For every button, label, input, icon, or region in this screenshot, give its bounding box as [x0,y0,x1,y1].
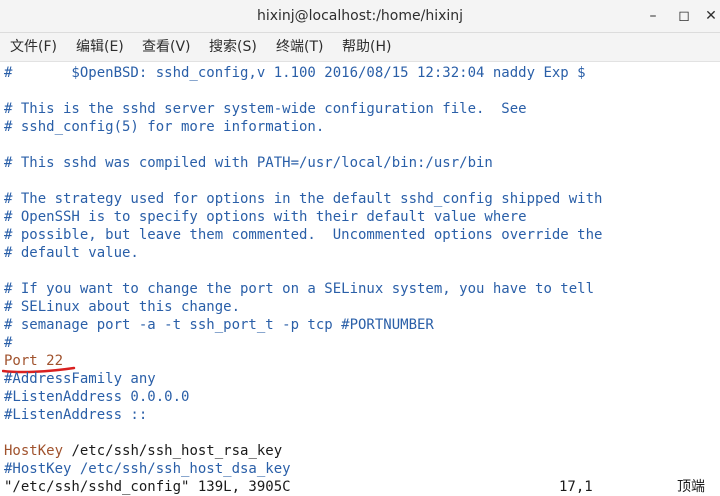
editor-line: # SELinux about this change. [4,299,241,315]
editor-line: #ListenAddress 0.0.0.0 [4,389,190,405]
menu-file[interactable]: 文件(F) [10,33,57,61]
editor-line: # The strategy used for options in the d… [4,191,603,207]
editor-line: # default value. [4,245,139,261]
status-file-info: "/etc/ssh/sshd_config" 139L, 3905C [4,479,291,495]
hostkey-value: /etc/ssh/ssh_host_rsa_key [63,443,283,459]
editor-line: # This is the sshd server system-wide co… [4,101,527,117]
status-scroll-position: 顶端 [677,479,705,495]
minimize-button[interactable]: – [640,4,666,28]
editor-line: # OpenSSH is to specify options with the… [4,209,527,225]
hostkey-keyword: HostKey [4,443,64,459]
editor-line: #AddressFamily any [4,371,156,387]
menu-bar: 文件(F) 编辑(E) 查看(V) 搜索(S) 终端(T) 帮助(H) [0,33,720,62]
status-cursor-position: 17,1 [559,479,593,495]
editor-line: # [4,335,13,351]
menu-search[interactable]: 搜索(S) [209,33,257,61]
editor-line: # If you want to change the port on a SE… [4,281,595,297]
terminal-window: hixinj@localhost:/home/hixinj – ◻ ✕ 文件(F… [0,0,720,496]
terminal-content[interactable]: # $OpenBSD: sshd_config,v 1.100 2016/08/… [0,62,720,496]
editor-line: # sshd_config(5) for more information. [4,119,325,135]
menu-help[interactable]: 帮助(H) [342,33,391,61]
title-bar[interactable]: hixinj@localhost:/home/hixinj – ◻ ✕ [0,0,720,33]
editor-line: # possible, but leave them commented. Un… [4,227,603,243]
editor-line: #ListenAddress :: [4,407,148,423]
editor-line: # semanage port -a -t ssh_port_t -p tcp … [4,317,434,333]
menu-edit[interactable]: 编辑(E) [76,33,124,61]
maximize-button[interactable]: ◻ [671,4,697,28]
editor-line: # $OpenBSD: sshd_config,v 1.100 2016/08/… [4,65,586,81]
window-title: hixinj@localhost:/home/hixinj [256,8,464,24]
hostkey-line: HostKey /etc/ssh/ssh_host_rsa_key [4,442,282,460]
editor-line: # This sshd was compiled with PATH=/usr/… [4,155,493,171]
menu-terminal[interactable]: 终端(T) [276,33,323,61]
menu-view[interactable]: 查看(V) [142,33,191,61]
editor-line: #HostKey /etc/ssh/ssh_host_dsa_key [4,461,291,477]
close-button[interactable]: ✕ [702,4,720,28]
